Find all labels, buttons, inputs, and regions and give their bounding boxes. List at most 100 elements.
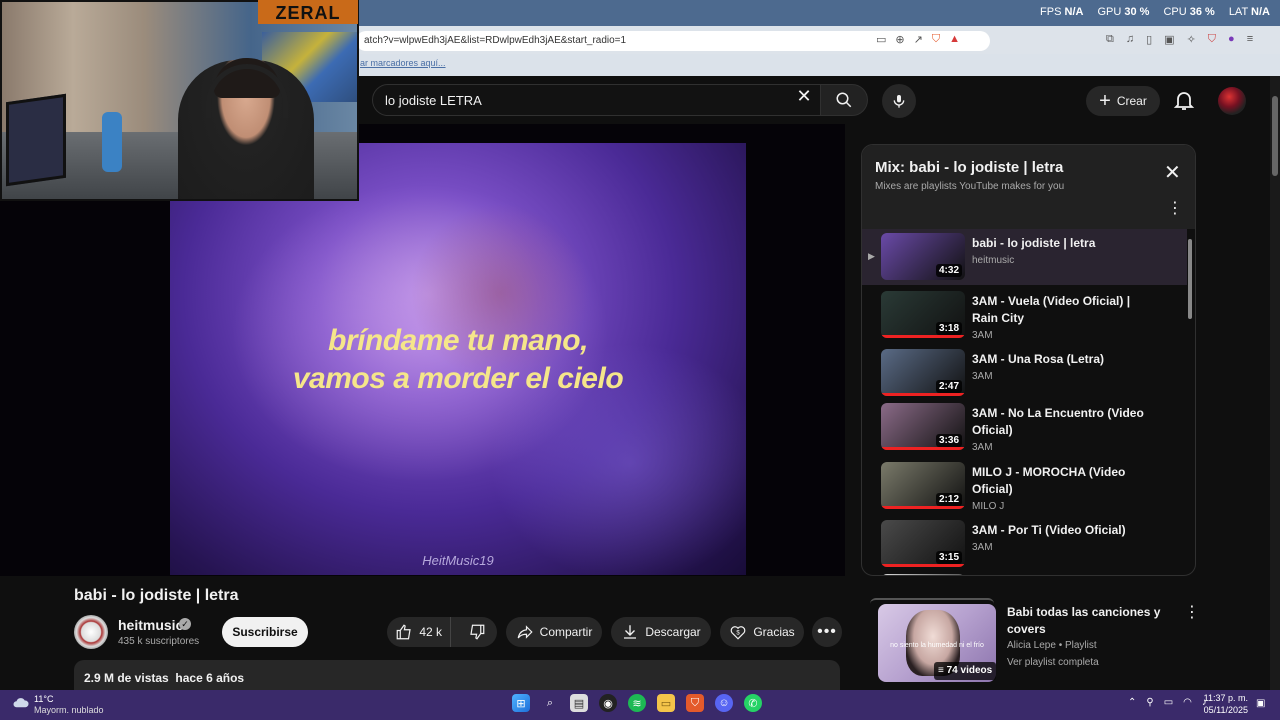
discord-icon[interactable]: ☺ xyxy=(715,694,733,712)
weather-description[interactable]: Mayorm. nublado xyxy=(34,705,104,715)
microphone-icon[interactable]: ⚲ xyxy=(1146,697,1153,708)
mix-item-thumbnail[interactable]: 4:32 xyxy=(881,233,965,280)
zoom-icon[interactable]: ⊕ xyxy=(895,33,904,46)
mix-item-thumbnail[interactable]: 3:18 xyxy=(881,291,965,338)
like-button[interactable]: 42 k xyxy=(387,617,452,647)
vpn-icon[interactable]: ⛉ xyxy=(1208,33,1216,46)
mix-item-channel: 3AM xyxy=(972,330,993,341)
mix-item[interactable]: 3:18 3AM - Vuela (Video Oficial) | Rain C… xyxy=(862,287,1187,343)
create-label: Crear xyxy=(1116,94,1147,108)
spotify-icon[interactable]: ≋ xyxy=(628,694,646,712)
download-button[interactable]: Descargar xyxy=(611,617,711,647)
network-icon[interactable]: ▭ xyxy=(1164,697,1173,708)
wifi-icon[interactable]: ◠ xyxy=(1183,697,1192,708)
user-avatar[interactable] xyxy=(1218,87,1246,115)
mix-item[interactable]: 3:36 3AM - No La Encuentro (Video Oficial… xyxy=(862,399,1187,455)
svg-text:$: $ xyxy=(737,630,741,636)
windows-start-icon[interactable]: ⊞ xyxy=(512,694,530,712)
dislike-button[interactable] xyxy=(457,617,497,647)
brave-shield-icon[interactable]: ⛉ xyxy=(932,33,940,46)
microphone-icon xyxy=(893,95,905,108)
wallet-icon[interactable]: ▣ xyxy=(1164,33,1174,46)
mix-item[interactable]: 2:12 MILO J - MOROCHA (Video Oficial) MILO… xyxy=(862,458,1187,514)
mix-item-texts: 3AM - Una Rosa (Letra) 3AM xyxy=(972,351,1147,382)
voice-search-button[interactable] xyxy=(882,84,916,118)
download-label: Descargar xyxy=(645,625,701,639)
mix-item-thumbnail[interactable]: 2:12 xyxy=(881,462,965,509)
sidebar-icon[interactable]: ▯ xyxy=(1146,33,1152,46)
close-icon[interactable]: ✕ xyxy=(1164,163,1181,183)
mix-item-progress xyxy=(881,506,965,509)
mix-item[interactable]: ▶ 4:32 babi - lo jodiste | letra heitmusic xyxy=(862,229,1187,285)
channel-name[interactable]: heitmusic xyxy=(118,617,183,633)
clock-date[interactable]: 05/11/2025 xyxy=(1200,705,1248,715)
bookmarks-hint[interactable]: ar marcadores aquí... xyxy=(360,58,446,68)
notification-icon[interactable]: ▣ xyxy=(1256,698,1265,709)
create-button[interactable]: + Crear xyxy=(1086,86,1160,116)
search-icon xyxy=(836,92,852,108)
profile-icon[interactable]: ● xyxy=(1228,33,1235,46)
search-icon[interactable]: ⌕ xyxy=(541,694,559,712)
mix-item[interactable]: 2:47 3AM - Una Rosa (Letra) 3AM xyxy=(862,345,1187,401)
search-input[interactable]: lo jodiste LETRA xyxy=(372,84,822,116)
streamer-logo: ZERAL xyxy=(258,0,358,24)
mix-item-thumbnail[interactable]: 3:15 xyxy=(881,520,965,567)
channel-avatar[interactable] xyxy=(74,615,108,649)
mix-item-thumbnail[interactable]: 3:36 xyxy=(881,403,965,450)
screenshot-icon[interactable]: ⧉ xyxy=(1106,33,1114,46)
mix-scrollbar-thumb[interactable] xyxy=(1188,239,1192,319)
mix-item-duration: 2:12 xyxy=(935,493,962,506)
notifications-icon[interactable] xyxy=(1172,88,1196,112)
mix-item-title: MILO J - MOROCHA (Video Oficial) xyxy=(972,465,1126,496)
mix-item-title: 3AM - Una Rosa (Letra) xyxy=(972,352,1105,366)
mix-item-title: 3AM - Vuela (Video Oficial) | Rain City xyxy=(972,294,1131,325)
weather-temperature[interactable]: 11°C xyxy=(34,694,53,704)
more-vertical-icon[interactable]: ⋮ xyxy=(1184,605,1200,621)
task-view-icon[interactable]: ▤ xyxy=(570,694,588,712)
view-full-playlist-link[interactable]: Ver playlist completa xyxy=(1007,657,1099,668)
obs-icon[interactable]: ◉ xyxy=(599,694,617,712)
mix-item-thumbnail[interactable]: 2:47 xyxy=(881,349,965,396)
brave-icon[interactable]: ⛉ xyxy=(686,694,704,712)
whatsapp-icon[interactable]: ✆ xyxy=(744,694,762,712)
mix-item-channel: MILO J xyxy=(972,501,1005,512)
mix-item[interactable]: 3:15 3AM - Por Ti (Video Oficial) 3AM xyxy=(862,516,1187,572)
lyric-line-1: bríndame tu mano, xyxy=(328,324,588,357)
mix-item[interactable]: XXXTENTACION - changes xyxy=(862,570,1187,575)
page-scrollbar-thumb[interactable] xyxy=(1272,96,1278,176)
playlist-author: Alicia Lepe • Playlist xyxy=(1007,640,1097,651)
mix-item-progress xyxy=(881,564,965,567)
clear-search-icon[interactable]: ✕ xyxy=(792,86,816,107)
gpu-label: GPU xyxy=(1097,6,1122,18)
music-icon[interactable]: ♫ xyxy=(1126,33,1134,46)
taskbar-apps: ⊞ ⌕ ▤ ◉ ≋ ▭ ⛉ ☺ ✆ xyxy=(512,694,762,712)
mix-item-thumbnail[interactable] xyxy=(881,574,965,575)
brave-rewards-icon[interactable]: ▲ xyxy=(949,33,960,46)
cast-icon[interactable]: ▭ xyxy=(876,33,886,46)
clock-time[interactable]: 11:37 p. m. xyxy=(1200,693,1248,703)
thumbs-up-icon xyxy=(396,624,412,640)
lat-label: LAT xyxy=(1228,6,1248,18)
cloud-icon[interactable] xyxy=(12,695,30,709)
share-page-icon[interactable]: ↗ xyxy=(914,33,923,46)
description-box[interactable]: 2.9 M de vistas hace 6 años xyxy=(74,660,840,690)
mix-item-channel: 3AM xyxy=(972,442,993,453)
lat-value: N/A xyxy=(1251,6,1270,18)
more-actions-button[interactable]: ••• xyxy=(812,617,842,647)
file-explorer-icon[interactable]: ▭ xyxy=(657,694,675,712)
menu-icon[interactable]: ≡ xyxy=(1247,33,1253,46)
mix-item-channel: 3AM xyxy=(972,371,993,382)
playlist-title[interactable]: Babi todas las canciones y covers xyxy=(1007,604,1167,638)
search-button[interactable] xyxy=(820,84,868,116)
more-vertical-icon[interactable]: ⋮ xyxy=(1167,201,1183,217)
chevron-up-icon[interactable]: ⌃ xyxy=(1128,697,1136,708)
cpu-value: 36 % xyxy=(1189,6,1215,18)
video-title: babi - lo jodiste | letra xyxy=(74,587,239,604)
extensions-icon[interactable]: ✧ xyxy=(1187,33,1196,46)
toolbar-icons: ⧉ ♫ ▯ ▣ ✧ ⛉ ● ≡ xyxy=(1106,33,1253,46)
share-button[interactable]: Compartir xyxy=(506,617,602,647)
webcam-bottle xyxy=(102,112,122,172)
subscribe-button[interactable]: Suscribirse xyxy=(222,617,308,647)
mix-playlist-panel: Mix: babi - lo jodiste | letra Mixes are… xyxy=(861,144,1196,576)
thanks-button[interactable]: $ Gracias xyxy=(720,617,804,647)
